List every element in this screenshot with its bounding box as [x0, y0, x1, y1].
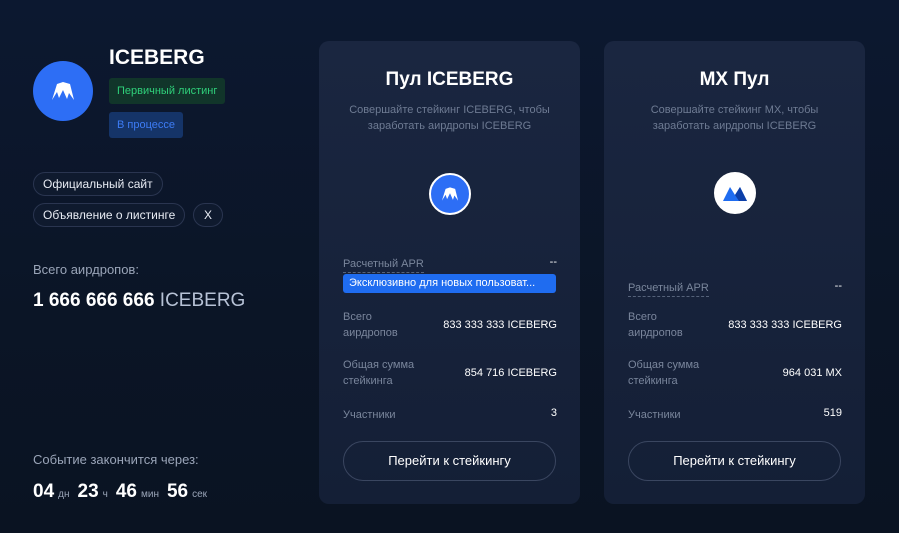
timer-hours-unit: ч — [102, 489, 108, 500]
mx-logo-icon — [714, 172, 756, 214]
timer-minutes-unit: мин — [141, 489, 159, 500]
apr-label[interactable]: Расчетный APR — [343, 256, 424, 273]
apr-row: Расчетный APR -- — [343, 254, 557, 273]
staking-label: Общая сумма стейкинга — [343, 359, 415, 387]
airdrops-value: 833 333 333 ICEBERG — [443, 319, 557, 331]
token-title: ICEBERG — [109, 46, 205, 69]
exclusive-new-users-badge: Эксклюзивно для новых пользоват... — [343, 274, 556, 293]
total-airdrops-amount: 1 666 666 666 — [33, 290, 155, 311]
listing-announcement-link[interactable]: Объявление о листинге — [33, 203, 186, 227]
apr-value: -- — [549, 256, 557, 268]
primary-listing-badge: Первичный листинг — [109, 78, 226, 104]
timer-days-unit: дн — [58, 489, 70, 500]
timer-seconds-unit: сек — [192, 489, 208, 500]
timer-days: 04 — [33, 481, 55, 502]
pool-title: MX Пул — [699, 69, 770, 90]
total-airdrops-unit: ICEBERG — [159, 290, 246, 311]
staking-label: Общая сумма стейкинга — [628, 359, 700, 387]
iceberg-pool-icon — [429, 173, 471, 215]
status-badge: В процессе — [109, 112, 183, 138]
airdrops-label: Всего аирдропов — [343, 311, 398, 339]
staking-value: 964 031 MX — [782, 367, 842, 379]
staking-row: Общая сумма стейкинга 854 716 ICEBERG — [343, 357, 557, 389]
pool-card-iceberg: Пул ICEBERG Совершайте стейкинг ICEBERG,… — [319, 41, 580, 504]
participants-row: Участники 519 — [628, 405, 842, 421]
participants-value: 519 — [823, 407, 842, 419]
apr-value: -- — [834, 280, 842, 292]
participants-value: 3 — [550, 407, 557, 419]
timer-minutes: 46 — [115, 481, 137, 502]
iceberg-logo-icon — [33, 61, 93, 121]
airdrops-value: 833 333 333 ICEBERG — [728, 319, 842, 331]
airdrops-label: Всего аирдропов — [628, 311, 683, 339]
event-ends-label: Событие закончится через: — [33, 452, 199, 467]
airdrops-row: Всего аирдропов 833 333 333 ICEBERG — [628, 309, 842, 341]
pool-subtitle: Совершайте стейкинг MX, чтобы заработать… — [650, 104, 819, 132]
x-social-link[interactable]: X — [193, 203, 223, 227]
apr-label[interactable]: Расчетный APR — [628, 280, 709, 297]
timer-seconds: 56 — [166, 481, 189, 502]
go-to-staking-button[interactable]: Перейти к стейкингу — [628, 441, 841, 481]
participants-label: Участники — [343, 409, 396, 421]
official-site-link[interactable]: Официальный сайт — [33, 172, 163, 196]
participants-label: Участники — [628, 409, 681, 421]
timer-hours: 23 — [77, 481, 99, 502]
airdrops-row: Всего аирдропов 833 333 333 ICEBERG — [343, 309, 557, 341]
countdown-timer: 04 дн 23 ч 46 мин 56 сек — [33, 481, 215, 503]
token-info-panel: ICEBERG Первичный листинг В процессе Офи… — [33, 0, 293, 533]
participants-row: Участники 3 — [343, 405, 557, 421]
pool-subtitle: Совершайте стейкинг ICEBERG, чтобы зараб… — [349, 104, 550, 132]
total-airdrops-value: 1 666 666 666 ICEBERG — [33, 290, 245, 312]
apr-row: Расчетный APR -- — [628, 278, 842, 297]
go-to-staking-button[interactable]: Перейти к стейкингу — [343, 441, 556, 481]
pool-title: Пул ICEBERG — [385, 69, 514, 90]
pool-card-mx: MX Пул Совершайте стейкинг MX, чтобы зар… — [604, 41, 865, 504]
staking-value: 854 716 ICEBERG — [464, 367, 557, 379]
staking-row: Общая сумма стейкинга 964 031 MX — [628, 357, 842, 389]
total-airdrops-label: Всего аирдропов: — [33, 262, 139, 277]
